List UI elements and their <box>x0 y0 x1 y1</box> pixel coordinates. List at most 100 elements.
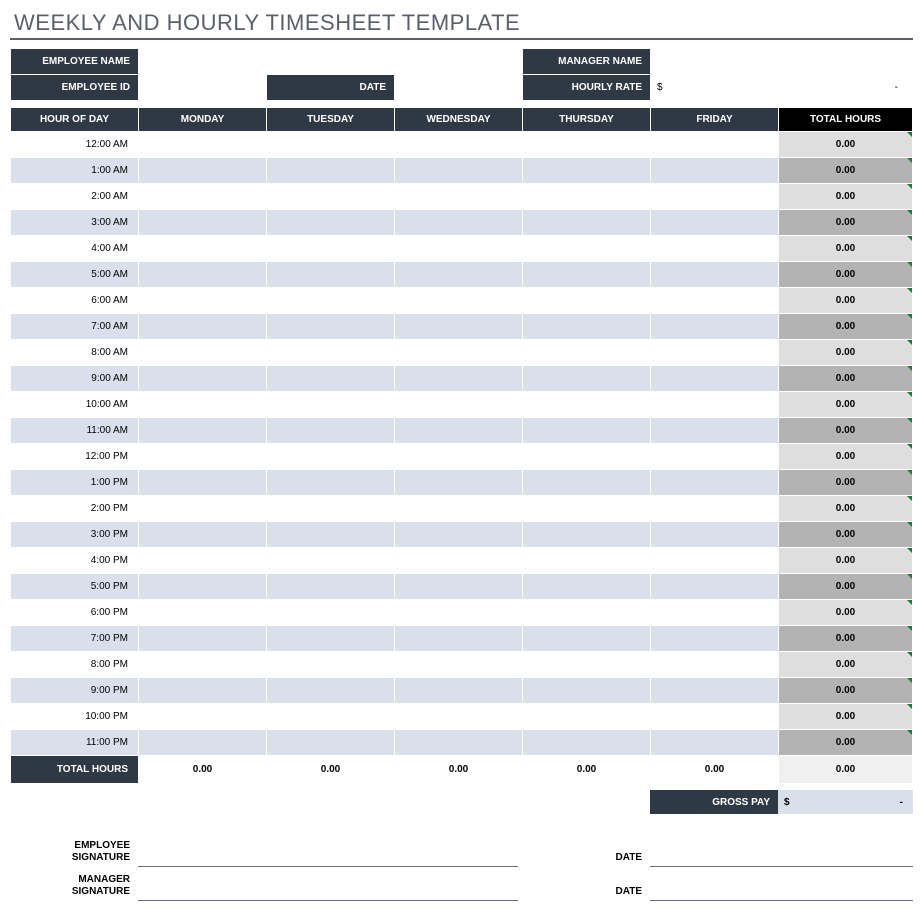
cell-fri[interactable] <box>651 340 779 366</box>
cell-fri[interactable] <box>651 704 779 730</box>
cell-mon[interactable] <box>139 262 267 288</box>
date-field[interactable] <box>395 75 523 101</box>
cell-tue[interactable] <box>267 548 395 574</box>
cell-mon[interactable] <box>139 210 267 236</box>
cell-fri[interactable] <box>651 314 779 340</box>
cell-thu[interactable] <box>523 652 651 678</box>
cell-mon[interactable] <box>139 418 267 444</box>
cell-thu[interactable] <box>523 678 651 704</box>
cell-fri[interactable] <box>651 236 779 262</box>
cell-tue[interactable] <box>267 158 395 184</box>
cell-wed[interactable] <box>395 730 523 756</box>
cell-thu[interactable] <box>523 314 651 340</box>
cell-tue[interactable] <box>267 392 395 418</box>
cell-tue[interactable] <box>267 626 395 652</box>
cell-thu[interactable] <box>523 184 651 210</box>
cell-wed[interactable] <box>395 314 523 340</box>
cell-fri[interactable] <box>651 730 779 756</box>
cell-mon[interactable] <box>139 288 267 314</box>
cell-fri[interactable] <box>651 132 779 158</box>
cell-tue[interactable] <box>267 600 395 626</box>
cell-mon[interactable] <box>139 314 267 340</box>
cell-thu[interactable] <box>523 574 651 600</box>
cell-wed[interactable] <box>395 236 523 262</box>
cell-mon[interactable] <box>139 392 267 418</box>
cell-fri[interactable] <box>651 288 779 314</box>
cell-mon[interactable] <box>139 704 267 730</box>
cell-fri[interactable] <box>651 158 779 184</box>
cell-fri[interactable] <box>651 548 779 574</box>
cell-mon[interactable] <box>139 496 267 522</box>
cell-fri[interactable] <box>651 678 779 704</box>
cell-thu[interactable] <box>523 158 651 184</box>
cell-mon[interactable] <box>139 548 267 574</box>
cell-wed[interactable] <box>395 470 523 496</box>
cell-tue[interactable] <box>267 314 395 340</box>
cell-thu[interactable] <box>523 600 651 626</box>
cell-wed[interactable] <box>395 522 523 548</box>
cell-thu[interactable] <box>523 704 651 730</box>
cell-fri[interactable] <box>651 600 779 626</box>
cell-tue[interactable] <box>267 704 395 730</box>
cell-wed[interactable] <box>395 340 523 366</box>
cell-fri[interactable] <box>651 392 779 418</box>
cell-mon[interactable] <box>139 184 267 210</box>
cell-wed[interactable] <box>395 158 523 184</box>
cell-mon[interactable] <box>139 236 267 262</box>
cell-wed[interactable] <box>395 366 523 392</box>
cell-thu[interactable] <box>523 418 651 444</box>
cell-fri[interactable] <box>651 652 779 678</box>
cell-wed[interactable] <box>395 184 523 210</box>
cell-thu[interactable] <box>523 366 651 392</box>
cell-wed[interactable] <box>395 600 523 626</box>
cell-tue[interactable] <box>267 366 395 392</box>
cell-fri[interactable] <box>651 626 779 652</box>
cell-tue[interactable] <box>267 184 395 210</box>
cell-tue[interactable] <box>267 340 395 366</box>
cell-mon[interactable] <box>139 626 267 652</box>
cell-mon[interactable] <box>139 470 267 496</box>
cell-tue[interactable] <box>267 652 395 678</box>
cell-wed[interactable] <box>395 392 523 418</box>
cell-thu[interactable] <box>523 444 651 470</box>
cell-fri[interactable] <box>651 418 779 444</box>
cell-mon[interactable] <box>139 366 267 392</box>
cell-thu[interactable] <box>523 496 651 522</box>
cell-tue[interactable] <box>267 730 395 756</box>
cell-thu[interactable] <box>523 626 651 652</box>
cell-mon[interactable] <box>139 652 267 678</box>
cell-mon[interactable] <box>139 340 267 366</box>
cell-wed[interactable] <box>395 496 523 522</box>
cell-wed[interactable] <box>395 652 523 678</box>
cell-tue[interactable] <box>267 210 395 236</box>
cell-thu[interactable] <box>523 210 651 236</box>
hourly-rate-field[interactable]: $ - <box>651 75 913 101</box>
cell-wed[interactable] <box>395 132 523 158</box>
cell-tue[interactable] <box>267 522 395 548</box>
cell-thu[interactable] <box>523 262 651 288</box>
cell-thu[interactable] <box>523 392 651 418</box>
cell-tue[interactable] <box>267 496 395 522</box>
cell-wed[interactable] <box>395 288 523 314</box>
cell-thu[interactable] <box>523 730 651 756</box>
cell-tue[interactable] <box>267 470 395 496</box>
cell-wed[interactable] <box>395 704 523 730</box>
employee-name-field[interactable] <box>139 49 523 75</box>
cell-thu[interactable] <box>523 236 651 262</box>
cell-mon[interactable] <box>139 522 267 548</box>
cell-tue[interactable] <box>267 288 395 314</box>
cell-mon[interactable] <box>139 574 267 600</box>
cell-mon[interactable] <box>139 600 267 626</box>
employee-signature-line[interactable] <box>138 832 518 866</box>
cell-thu[interactable] <box>523 470 651 496</box>
cell-thu[interactable] <box>523 522 651 548</box>
cell-tue[interactable] <box>267 132 395 158</box>
cell-fri[interactable] <box>651 366 779 392</box>
cell-fri[interactable] <box>651 470 779 496</box>
cell-fri[interactable] <box>651 522 779 548</box>
cell-fri[interactable] <box>651 184 779 210</box>
manager-date-line[interactable] <box>650 866 913 900</box>
cell-mon[interactable] <box>139 444 267 470</box>
manager-name-field[interactable] <box>651 49 913 75</box>
cell-mon[interactable] <box>139 132 267 158</box>
